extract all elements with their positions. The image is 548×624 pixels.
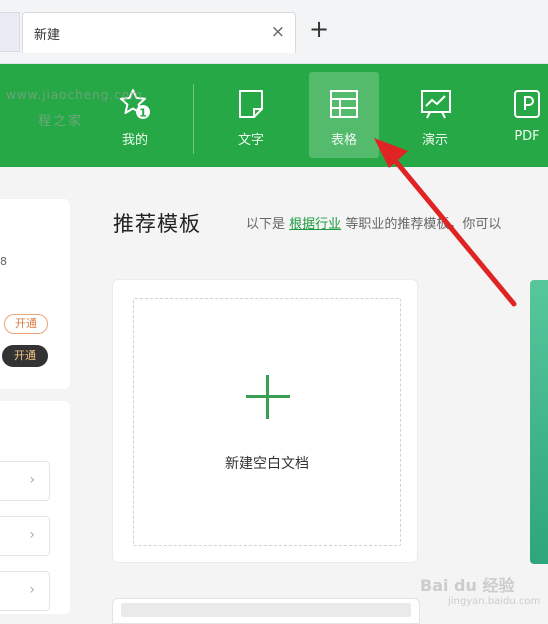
baidu-watermark: Bai du 经验 jingyan.baidu.com — [420, 572, 540, 607]
watermark-sub: jingyan.baidu.com — [448, 596, 541, 607]
watermark-brand: Bai du 经验 — [420, 576, 515, 595]
annotation-arrow — [374, 138, 517, 307]
